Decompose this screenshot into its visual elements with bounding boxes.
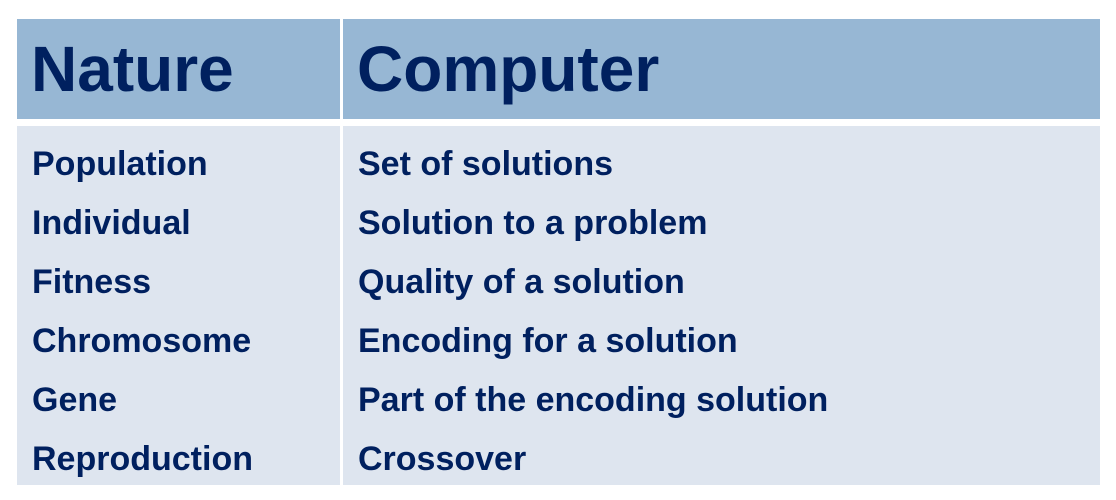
nature-cell-fitness: Fitness <box>32 263 152 301</box>
computer-cell-encoding: Encoding for a solution <box>358 322 738 360</box>
computer-cell-crossover: Crossover <box>358 440 527 478</box>
computer-cell-part-of-encoding: Part of the encoding solution <box>358 381 829 419</box>
nature-cell-chromosome: Chromosome <box>32 322 252 360</box>
comparison-table: Nature Computer Population Individual Fi… <box>17 19 1100 485</box>
table-header: Nature Computer <box>17 19 1100 119</box>
computer-cell-quality: Quality of a solution <box>358 263 685 301</box>
nature-column: Population Individual Fitness Chromosome… <box>17 126 340 485</box>
computer-cell-solution-to-problem: Solution to a problem <box>358 204 708 242</box>
table-body: Population Individual Fitness Chromosome… <box>17 126 1100 485</box>
nature-cell-gene: Gene <box>32 381 118 419</box>
header-computer: Computer <box>343 19 1100 119</box>
computer-cell-set-of-solutions: Set of solutions <box>358 145 613 183</box>
nature-cell-individual: Individual <box>32 204 191 242</box>
nature-cell-reproduction: Reproduction <box>32 440 253 478</box>
header-nature: Nature <box>17 19 340 119</box>
nature-cell-population: Population <box>32 145 208 183</box>
computer-column: Set of solutions Solution to a problem Q… <box>343 126 1100 485</box>
